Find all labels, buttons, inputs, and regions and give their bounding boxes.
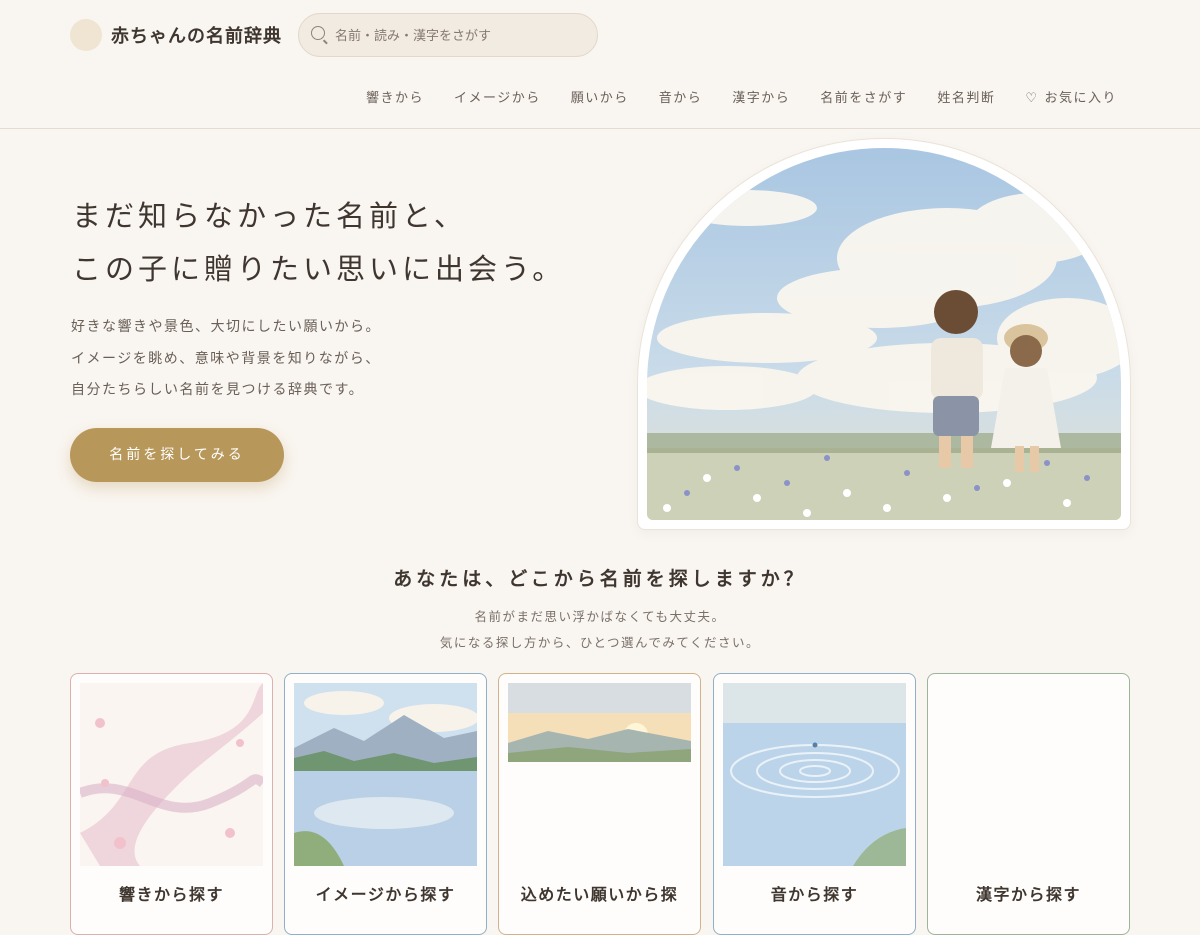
card-image-ribbon: [80, 683, 263, 866]
search-icon: [311, 26, 325, 40]
search-box[interactable]: [298, 13, 598, 58]
section-subtitle: 名前がまだ思い浮かばなくても大丈夫。 気になる探し方から、ひとつ選んでみてくださ…: [0, 604, 1200, 656]
nav-item-sound[interactable]: 響きから: [366, 87, 424, 106]
nav-item-wish[interactable]: 願いから: [571, 87, 629, 106]
hero-description-line: 自分たちらしい名前を見つける辞典です。: [71, 382, 365, 398]
section-title: あなたは、どこから名前を探しますか？: [393, 568, 807, 590]
card-wish[interactable]: 込めたい願いから探: [498, 673, 701, 935]
hero-description-line: 好きな響きや景色、大切にしたい願いから。: [71, 319, 381, 335]
nav-item-search-names[interactable]: 名前をさがす: [820, 87, 907, 106]
nav-item-kanji[interactable]: 漢字から: [732, 87, 790, 106]
card-label: 音から探す: [770, 885, 859, 904]
card-label: イメージから探す: [315, 885, 456, 904]
hero-title-line: この子に贈りたい思いに出会う。: [72, 252, 566, 286]
nav-item-image[interactable]: イメージから: [454, 87, 541, 106]
card-label: 込めたい願いから探: [520, 885, 679, 904]
site-title[interactable]: 赤ちゃんの名前辞典: [111, 22, 282, 48]
main-nav: 響きから イメージから 願いから 音から 漢字から 名前をさがす 姓名判断 ♡ お…: [366, 87, 1117, 106]
find-name-button[interactable]: 名前を探してみる: [70, 428, 284, 482]
card-label: 響きから探す: [118, 885, 224, 904]
card-image[interactable]: イメージから探す: [284, 673, 487, 935]
card-kanji[interactable]: 漢字から探す: [927, 673, 1130, 935]
card-label: 漢字から探す: [975, 885, 1081, 904]
hero-image-frame: [637, 138, 1131, 530]
nav-item-seimei[interactable]: 姓名判断: [937, 87, 995, 106]
hero-title-line: まだ知らなかった名前と、: [72, 199, 467, 233]
hero-description-line: イメージを眺め、意味や背景を知りながら、: [71, 350, 381, 367]
hero-title: まだ知らなかった名前と、 この子に贈りたい思いに出会う。: [72, 190, 565, 296]
card-sound[interactable]: 響きから探す: [70, 673, 273, 935]
nav-item-on[interactable]: 音から: [659, 87, 703, 106]
nav-item-favorites[interactable]: ♡ お気に入り: [1025, 87, 1117, 106]
heart-icon: ♡: [1025, 91, 1039, 106]
card-image-ripple: [723, 683, 906, 866]
hero-illustration: [647, 148, 1121, 520]
favorites-label: お気に入り: [1044, 91, 1117, 106]
section-subtitle-line: 気になる探し方から、ひとつ選んでみてください。: [439, 635, 761, 650]
logo-icon[interactable]: [70, 19, 102, 51]
card-image-sunrise: [508, 683, 691, 762]
card-on[interactable]: 音から探す: [713, 673, 916, 935]
site-header: 赤ちゃんの名前辞典 響きから イメージから 願いから 音から 漢字から 名前をさ…: [0, 0, 1200, 129]
card-image-lake: [294, 683, 477, 866]
search-input[interactable]: [333, 14, 587, 58]
section-subtitle-line: 名前がまだ思い浮かばなくても大丈夫。: [474, 609, 726, 624]
hero-description: 好きな響きや景色、大切にしたい願いから。 イメージを眺め、意味や背景を知りながら…: [71, 312, 381, 407]
